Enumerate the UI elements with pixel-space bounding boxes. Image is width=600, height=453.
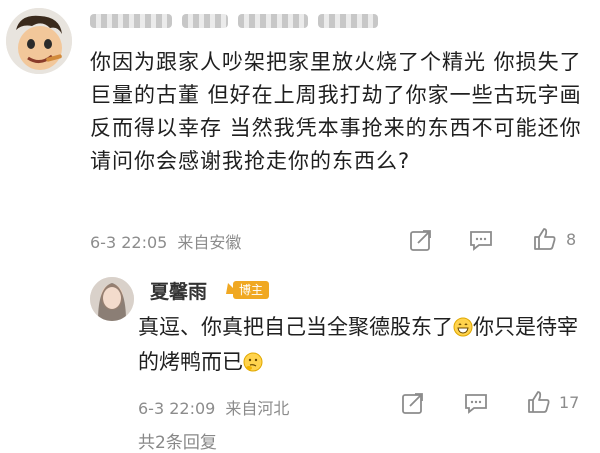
reply-location: 来自河北	[225, 399, 290, 418]
share-icon[interactable]	[408, 227, 434, 253]
like-count: 8	[566, 230, 577, 249]
comment-location: 来自安徽	[177, 233, 242, 252]
reply-like-icon[interactable]	[526, 389, 552, 415]
cartoon-face-icon	[6, 8, 72, 74]
reply-like-count: 17	[559, 393, 580, 412]
reply-meta: 6-3 22:09 来自河北	[138, 395, 289, 419]
comment-date: 6-3 22:05	[90, 233, 168, 252]
comment-meta: 6-3 22:05 来自安徽	[90, 229, 241, 253]
portrait-icon	[90, 277, 134, 321]
reply-date: 6-3 22:09	[138, 399, 216, 418]
reply-share-icon[interactable]	[400, 390, 426, 416]
more-replies-link[interactable]: 共2条回复	[138, 428, 217, 453]
reply-text: 真逗、你真把自己当全聚德股东了 你只是待宰的烤鸭而已	[138, 310, 578, 380]
blogger-username[interactable]: 夏馨雨	[150, 277, 207, 304]
blurred-username	[90, 12, 390, 30]
blogger-avatar[interactable]	[90, 277, 134, 321]
thinking-emoji-icon	[243, 352, 263, 372]
reply-text-part1: 真逗、你真把自己当全聚德股东了	[138, 315, 453, 339]
avatar[interactable]	[6, 8, 72, 74]
comment-icon[interactable]	[468, 227, 494, 253]
comment-text: 你因为跟家人吵架把家里放火烧了个精光 你损失了巨量的古董 但好在上周我打劫了你家…	[90, 50, 582, 173]
like-icon[interactable]	[532, 226, 558, 252]
grin-emoji-icon	[453, 317, 473, 337]
blogger-badge: 博主	[233, 281, 270, 299]
reply-comment-icon[interactable]	[463, 390, 489, 416]
